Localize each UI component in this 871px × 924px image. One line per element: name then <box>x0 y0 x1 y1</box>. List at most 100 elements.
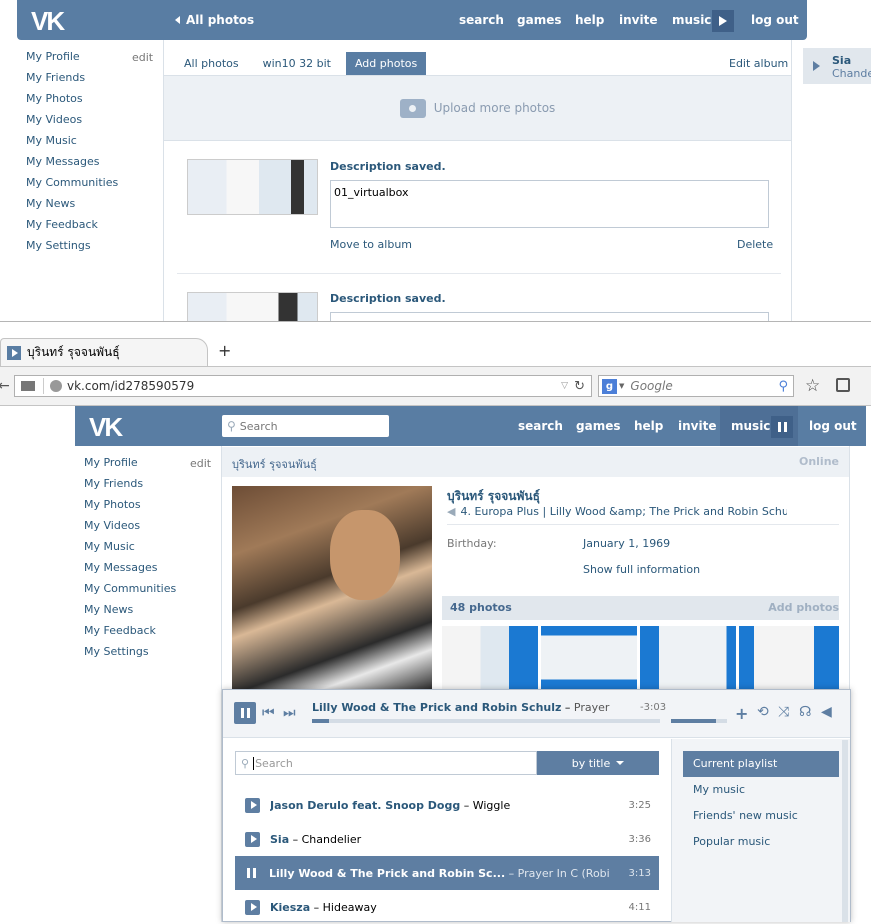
nav-help[interactable]: help <box>634 419 663 433</box>
player-search-input[interactable]: ⚲ Search <box>235 751 537 775</box>
tab-all-photos[interactable]: All photos <box>175 52 248 75</box>
search-bar[interactable]: g ▼ Google ⚲ <box>598 375 794 397</box>
edit-album-link[interactable]: Edit album <box>729 57 788 70</box>
nav-invite[interactable]: invite <box>619 13 657 27</box>
nav-invite[interactable]: invite <box>678 419 716 433</box>
headphones-icon[interactable]: ☊ <box>799 704 811 720</box>
sidebar-item-music[interactable]: My Music <box>26 130 152 151</box>
playlist-current[interactable]: Current playlist <box>683 751 839 777</box>
avatar[interactable] <box>232 486 432 691</box>
next-icon[interactable]: ⏭ <box>283 705 296 721</box>
photo1-delete-link[interactable]: Delete <box>737 238 773 251</box>
profile-status[interactable]: ◀ 4. Europa Plus | Lilly Wood &amp; The … <box>447 505 787 518</box>
dropdown-arrow-icon[interactable]: ▽ <box>561 381 568 391</box>
sidebar-item-news[interactable]: My News <box>84 599 210 620</box>
sidebar-item-messages[interactable]: My Messages <box>26 151 152 172</box>
pause-icon <box>240 708 244 718</box>
sidebar-item-photos[interactable]: My Photos <box>26 88 152 109</box>
sidebar-item-communities[interactable]: My Communities <box>26 172 152 193</box>
back-arrow-icon[interactable]: ← <box>0 378 10 394</box>
pause-icon[interactable] <box>247 868 259 878</box>
nav-search[interactable]: search <box>518 419 563 433</box>
photo1-description-input[interactable]: 01_virtualbox <box>330 180 769 228</box>
progress-bar[interactable] <box>312 719 660 723</box>
reload-icon[interactable]: ↻ <box>574 379 585 394</box>
play-icon[interactable] <box>245 899 260 915</box>
player-scrollbar[interactable] <box>842 740 848 922</box>
back-all-photos[interactable]: All photos <box>175 13 254 27</box>
nav-help[interactable]: help <box>575 13 604 27</box>
library-icon <box>21 381 35 391</box>
track-row-1[interactable]: Jason Derulo feat. Snoop Dogg – Wiggle 3… <box>235 788 659 822</box>
birthday-value[interactable]: January 1, 1969 <box>583 537 670 550</box>
nav-games[interactable]: games <box>576 419 620 433</box>
photo-thumb-4[interactable] <box>739 626 839 689</box>
browser-tab[interactable]: บุรินทร์ รุจจนพันธุ์ <box>0 338 208 366</box>
track-row-4[interactable]: Kiesza – Hideaway 4:11 <box>235 890 659 924</box>
photo1-move-link[interactable]: Move to album <box>330 238 412 251</box>
sidebar-item-friends[interactable]: My Friends <box>84 473 210 494</box>
photo-thumb-1[interactable] <box>442 626 538 689</box>
sidebar-item-feedback[interactable]: My Feedback <box>84 620 210 641</box>
sidebar-item-settings[interactable]: My Settings <box>84 641 210 662</box>
address-bar[interactable]: vk.com/id278590579 ▽ ↻ <box>14 375 592 397</box>
vk-logo-icon[interactable]: VK <box>89 412 123 443</box>
play-icon[interactable] <box>245 797 260 813</box>
sidebar-item-news[interactable]: My News <box>26 193 152 214</box>
playlist-popular[interactable]: Popular music <box>683 829 839 855</box>
sidebar-edit-link[interactable]: edit <box>132 51 153 64</box>
player-pause-button[interactable] <box>234 702 256 724</box>
player-search-placeholder: Search <box>253 756 293 770</box>
tab-add-photos[interactable]: Add photos <box>345 52 427 75</box>
mini-player[interactable]: Sia Chandel <box>803 48 871 84</box>
sidebar-item-music[interactable]: My Music <box>84 536 210 557</box>
reading-list-icon[interactable] <box>836 378 850 392</box>
play-icon[interactable] <box>245 831 260 847</box>
nav-music[interactable]: music <box>731 419 770 433</box>
upload-area[interactable]: Upload more photos <box>164 75 791 141</box>
music-play-button[interactable] <box>712 10 734 32</box>
broadcast-icon[interactable]: ◀ <box>821 704 832 720</box>
track-row-3-active[interactable]: Lilly Wood & The Prick and Robin Sc... –… <box>235 856 659 890</box>
previous-icon[interactable]: ⏮ <box>262 705 275 721</box>
repeat-icon[interactable]: ⟲ <box>757 704 769 720</box>
sidebar-item-videos[interactable]: My Videos <box>26 109 152 130</box>
sidebar-item-photos[interactable]: My Photos <box>84 494 210 515</box>
new-tab-button[interactable]: + <box>218 341 231 360</box>
photo-thumb-3[interactable] <box>640 626 736 689</box>
bookmark-star-icon[interactable]: ☆ <box>805 376 820 396</box>
sidebar-item-messages[interactable]: My Messages <box>84 557 210 578</box>
sidebar-item-settings[interactable]: My Settings <box>26 235 152 256</box>
nav-logout[interactable]: log out <box>751 13 799 27</box>
nav-games[interactable]: games <box>517 13 561 27</box>
vk-logo-icon[interactable]: VK <box>31 6 65 37</box>
photo-thumbnail-1[interactable] <box>187 159 318 215</box>
photo-thumb-2[interactable] <box>541 626 637 689</box>
sort-dropdown[interactable]: by title <box>537 751 659 775</box>
playlist-friends-new[interactable]: Friends' new music <box>683 803 839 829</box>
track-row-2[interactable]: Sia – Chandelier 3:36 <box>235 822 659 856</box>
volume-bar[interactable] <box>671 719 727 723</box>
now-playing-title: Prayer In C <box>573 701 612 714</box>
add-photos-link[interactable]: Add photos <box>768 601 839 614</box>
sidebar-item-feedback[interactable]: My Feedback <box>26 214 152 235</box>
playlist-my-music[interactable]: My music <box>683 777 839 803</box>
url-text[interactable]: vk.com/id278590579 <box>67 379 194 393</box>
nav-logout[interactable]: log out <box>809 419 857 433</box>
sidebar-item-communities[interactable]: My Communities <box>84 578 210 599</box>
magnifier-icon[interactable]: ⚲ <box>778 379 788 394</box>
engine-dropdown-icon[interactable]: ▼ <box>619 382 624 390</box>
nav-music[interactable]: music <box>672 13 711 27</box>
tab-win10[interactable]: win10 32 bit <box>254 52 340 75</box>
photo-thumbnail-2[interactable] <box>187 292 318 322</box>
sidebar-item-friends[interactable]: My Friends <box>26 67 152 88</box>
photos-bar[interactable]: 48 photos Add photos <box>442 596 839 620</box>
add-icon[interactable]: + <box>735 704 748 723</box>
sidebar-edit-link[interactable]: edit <box>190 457 211 470</box>
sidebar-item-videos[interactable]: My Videos <box>84 515 210 536</box>
show-full-info-link[interactable]: Show full information <box>583 563 700 576</box>
shuffle-icon[interactable]: ⤨ <box>778 704 789 720</box>
vk-search-input[interactable]: ⚲ Search <box>222 415 389 437</box>
music-pause-button[interactable] <box>771 416 793 438</box>
nav-search[interactable]: search <box>459 13 504 27</box>
